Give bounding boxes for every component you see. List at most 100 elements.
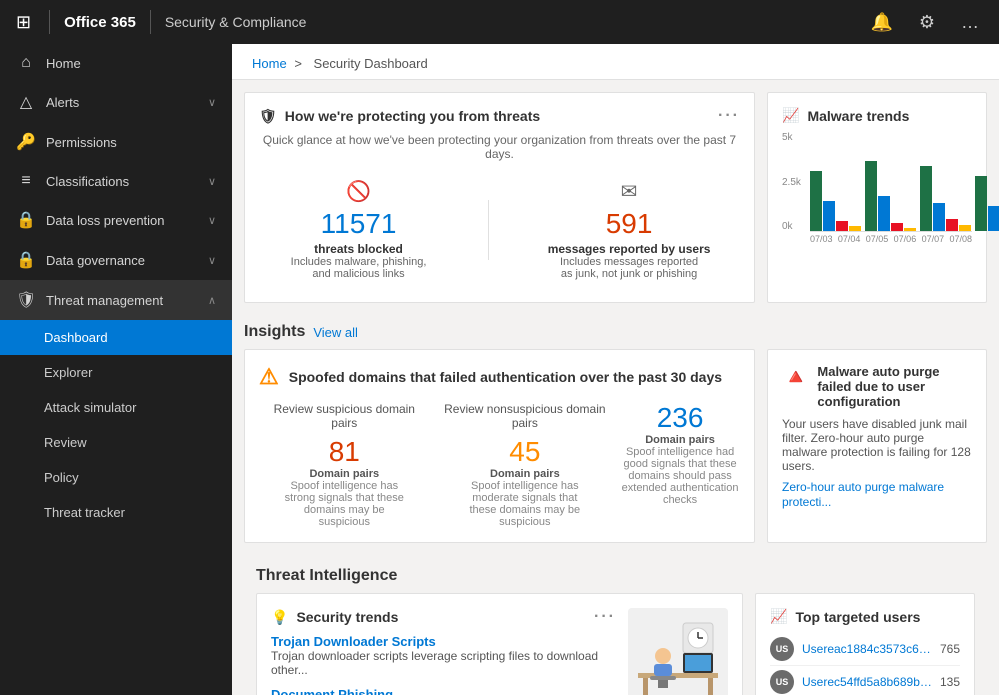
messages-icon: ✉ xyxy=(548,179,711,204)
users-chart-icon: 📈 xyxy=(770,608,787,625)
bar xyxy=(959,225,971,231)
data-governance-icon: 🔒 xyxy=(16,250,36,270)
bar xyxy=(988,206,999,231)
messages-number: 591 xyxy=(548,208,711,240)
chart-icon: 📈 xyxy=(782,107,799,124)
content-area: Home > Security Dashboard 🛡 How we're pr… xyxy=(232,44,999,695)
x-label-2: 07/04 xyxy=(838,234,861,244)
security-trends-title: 💡 Security trends ··· xyxy=(271,608,616,626)
sidebar-subitem-dashboard[interactable]: Dashboard xyxy=(0,320,232,355)
more-icon[interactable]: … xyxy=(953,8,987,37)
main-layout: ⌂ Home △ Alerts ∨ 🔑 Permissions ≡ Classi… xyxy=(0,44,999,695)
grid-icon[interactable]: ⊞ xyxy=(12,8,35,37)
sidebar-item-alerts[interactable]: △ Alerts ∨ xyxy=(0,82,232,122)
user-name-1[interactable]: Usereac1884c3573c6f4e... xyxy=(802,642,932,656)
sidebar-item-permissions[interactable]: 🔑 Permissions xyxy=(0,122,232,162)
sidebar-subitem-label: Dashboard xyxy=(44,330,108,345)
threats-blocked-sublabel: Includes malware, phishing, and maliciou… xyxy=(289,256,429,280)
office-label: Office 365 xyxy=(64,14,136,31)
security-trends-menu[interactable]: ··· xyxy=(594,608,616,626)
x-label-5: 07/07 xyxy=(922,234,945,244)
user-initials-1: US xyxy=(776,644,789,654)
x-label-1: 07/03 xyxy=(810,234,833,244)
y-label-0k: 0k xyxy=(782,221,801,232)
x-label-3: 07/05 xyxy=(866,234,889,244)
sidebar-subitem-review[interactable]: Review xyxy=(0,425,232,460)
sidebar-item-label: Permissions xyxy=(46,135,117,150)
suspicious-stat: Review suspicious domain pairs 81 Domain… xyxy=(259,402,430,528)
content-inner: Home > Security Dashboard 🛡 How we're pr… xyxy=(232,44,999,695)
sidebar-item-home[interactable]: ⌂ Home xyxy=(0,44,232,82)
bar xyxy=(865,161,877,231)
sidebar-subitem-explorer[interactable]: Explorer xyxy=(0,355,232,390)
chevron-up-icon: ∧ xyxy=(208,294,216,307)
top-users-title: 📈 Top targeted users xyxy=(770,608,960,625)
x-label-4: 07/06 xyxy=(894,234,917,244)
malware-card-title: 📈 Malware trends xyxy=(782,107,972,124)
breadcrumb-separator: > xyxy=(294,56,302,71)
chart-y-axis: 5k 2.5k 0k xyxy=(782,132,801,232)
y-label-5k: 5k xyxy=(782,132,801,143)
pass-desc: Spoof intelligence had good signals that… xyxy=(620,446,740,506)
messages-sublabel: Includes messages reported as junk, not … xyxy=(559,256,699,280)
user-name-2[interactable]: Userec54ffd5a8b689b8f... xyxy=(802,675,932,689)
bar xyxy=(823,201,835,231)
card-menu-icon[interactable]: ··· xyxy=(718,107,740,125)
view-all-link[interactable]: View all xyxy=(313,325,358,340)
stat-divider xyxy=(488,200,489,260)
sidebar-item-data-governance[interactable]: 🔒 Data governance ∨ xyxy=(0,240,232,280)
sidebar-item-data-loss[interactable]: 🔒 Data loss prevention ∨ xyxy=(0,200,232,240)
gear-icon[interactable]: ⚙ xyxy=(911,8,943,37)
malware-alert-link[interactable]: Zero-hour auto purge malware protecti... xyxy=(782,480,944,509)
protection-subtitle: Quick glance at how we've been protectin… xyxy=(259,133,740,161)
app-label: Security & Compliance xyxy=(165,14,307,30)
security-trends-title-text: Security trends xyxy=(296,609,398,625)
breadcrumb-home[interactable]: Home xyxy=(252,56,287,71)
pass-type: Domain pairs xyxy=(620,434,740,446)
domain-stats: Review suspicious domain pairs 81 Domain… xyxy=(259,402,740,528)
sidebar-item-threat-management[interactable]: 🛡 Threat management ∧ xyxy=(0,280,232,320)
data-loss-icon: 🔒 xyxy=(16,210,36,230)
top-targeted-users-card: 📈 Top targeted users US Usereac1884c3573… xyxy=(755,593,975,695)
topbar-divider2 xyxy=(150,10,151,34)
permissions-icon: 🔑 xyxy=(16,132,36,152)
chart-bars xyxy=(810,132,972,232)
moderate-type: Domain pairs xyxy=(430,468,621,480)
shield-icon: 🛡 xyxy=(259,108,277,125)
malware-alert-title: 🔺 Malware auto purge failed due to user … xyxy=(782,364,972,409)
threat-intel-header: Threat Intelligence xyxy=(244,555,987,593)
sidebar-subitem-policy[interactable]: Policy xyxy=(0,460,232,495)
sidebar-subitem-label: Review xyxy=(44,435,87,450)
top-users-title-text: Top targeted users xyxy=(795,609,920,625)
threats-stats: 🚫 11571 threats blocked Includes malware… xyxy=(259,171,740,288)
user-avatar-2: US xyxy=(770,670,794,694)
moderate-stat: Review nonsuspicious domain pairs 45 Dom… xyxy=(430,402,621,528)
chevron-icon: ∨ xyxy=(208,254,216,267)
sidebar-subitem-attack-simulator[interactable]: Attack simulator xyxy=(0,390,232,425)
sidebar-item-label: Data governance xyxy=(46,253,145,268)
messages-label: messages reported by users xyxy=(548,242,711,256)
user-item-2: US Userec54ffd5a8b689b8f... 135 xyxy=(770,666,960,695)
spoofed-domains-card: ⚠ Spoofed domains that failed authentica… xyxy=(244,349,755,543)
bar xyxy=(849,226,861,231)
sidebar-subitem-label: Policy xyxy=(44,470,79,485)
threat-intel-grid: 💡 Security trends ··· Trojan Downloader … xyxy=(244,593,987,695)
protection-card: 🛡 How we're protecting you from threats … xyxy=(244,92,755,303)
bar xyxy=(920,166,932,231)
suspicious-label: Review suspicious domain pairs xyxy=(259,402,430,430)
insights-header: Insights View all xyxy=(232,315,999,349)
threat-icon: 🛡 xyxy=(16,290,36,310)
trend-title-2[interactable]: Document Phishing xyxy=(271,687,616,695)
topbar: ⊞ Office 365 Security & Compliance 🔔 ⚙ … xyxy=(0,0,999,44)
bell-icon[interactable]: 🔔 xyxy=(862,8,900,37)
trend-title-1[interactable]: Trojan Downloader Scripts xyxy=(271,634,616,649)
sidebar-item-classifications[interactable]: ≡ Classifications ∨ xyxy=(0,162,232,200)
threat-intelligence-section: Threat Intelligence 💡 Security trends ··… xyxy=(232,555,999,695)
bar xyxy=(891,223,903,231)
suspicious-number: 81 xyxy=(259,436,430,468)
trend-item-2: Document Phishing Phishing attempts to s… xyxy=(271,687,616,695)
classifications-icon: ≡ xyxy=(16,172,36,190)
sidebar-item-label: Alerts xyxy=(46,95,79,110)
sidebar-subitem-threat-tracker[interactable]: Threat tracker xyxy=(0,495,232,530)
security-trends-list: 💡 Security trends ··· Trojan Downloader … xyxy=(271,608,616,695)
